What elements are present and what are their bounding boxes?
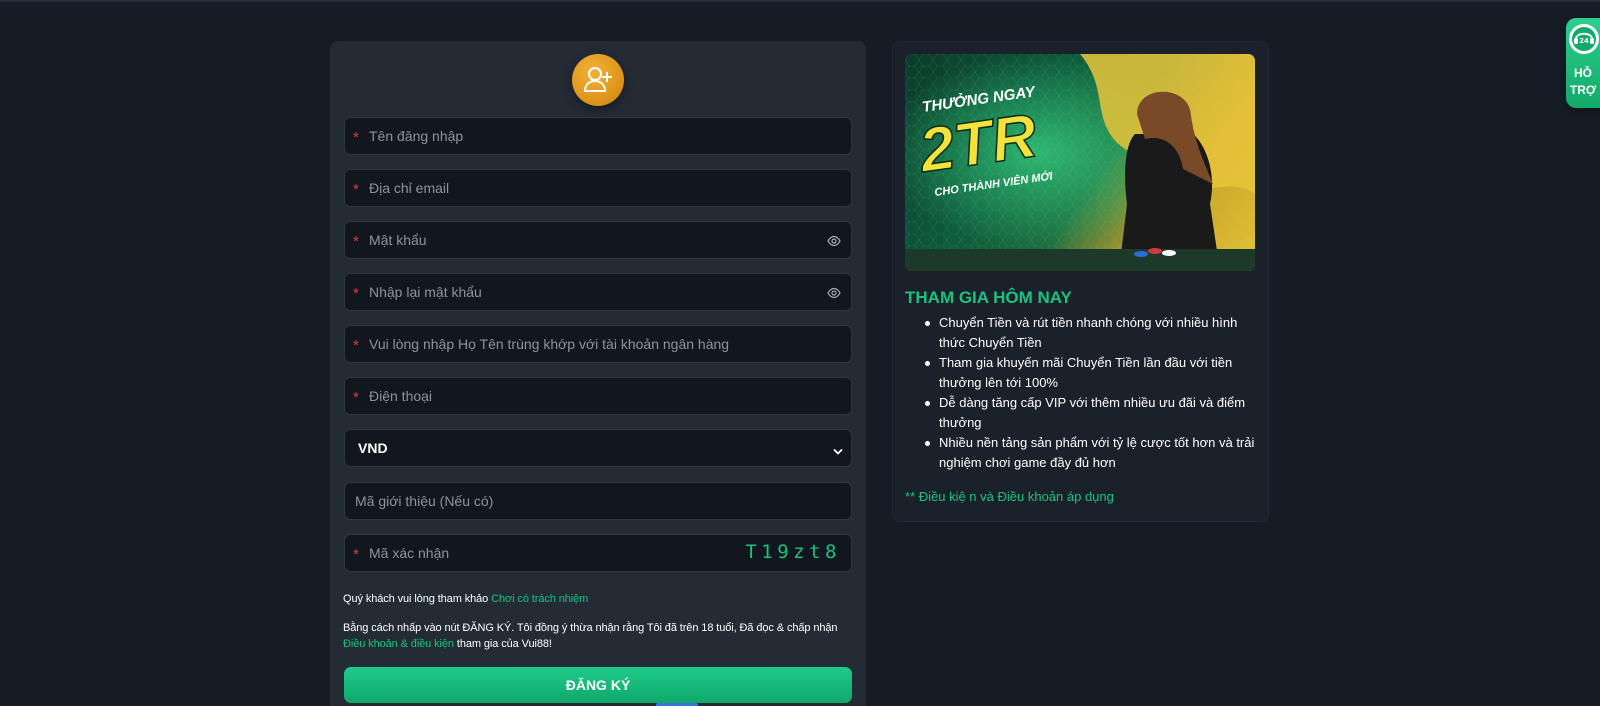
list-item: Dễ dàng tăng cấp VIP với thêm nhiều ưu đ… bbox=[905, 393, 1257, 433]
agreement-note: Bằng cách nhấp vào nút ĐĂNG KÝ. Tôi đồng… bbox=[343, 620, 853, 652]
eye-icon[interactable] bbox=[827, 286, 841, 304]
username-input[interactable]: * Tên đăng nhập bbox=[344, 117, 852, 155]
register-form-panel: * Tên đăng nhập * Địa chỉ email * Mật kh… bbox=[330, 41, 866, 706]
chevron-down-icon bbox=[833, 443, 843, 461]
username-placeholder: Tên đăng nhập bbox=[369, 128, 464, 144]
required-mark: * bbox=[353, 181, 359, 198]
referral-placeholder: Mã giới thiệu (Nếu có) bbox=[355, 493, 494, 509]
responsible-text: Quý khách vui lòng tham khảo bbox=[343, 593, 489, 605]
required-mark: * bbox=[353, 129, 359, 146]
promo-title: THAM GIA HÔM NAY bbox=[905, 288, 1072, 307]
responsible-gaming-link[interactable]: Chơi có trách nhiệm bbox=[491, 593, 588, 605]
list-item: Tham gia khuyến mãi Chuyển Tiền lần đầu … bbox=[905, 353, 1257, 393]
terms-link[interactable]: Điều khoản & điều kiện bbox=[343, 638, 454, 650]
support-label-line1: HỖ bbox=[1574, 66, 1592, 80]
required-mark: * bbox=[353, 546, 359, 563]
password-placeholder: Mật khẩu bbox=[369, 232, 427, 248]
support-label-line2: TRỢ bbox=[1569, 83, 1597, 97]
agreement-suffix: tham gia của Vui88! bbox=[456, 638, 552, 650]
captcha-code[interactable]: T19zt8 bbox=[745, 541, 841, 563]
fullname-placeholder: Vui lòng nhập Họ Tên trùng khớp với tài … bbox=[369, 336, 730, 352]
support-label: HỖ TRỢ bbox=[1568, 65, 1598, 99]
captcha-input[interactable]: * Mã xác nhận T19zt8 bbox=[344, 534, 852, 572]
agreement-text: Bằng cách nhấp vào nút ĐĂNG KÝ. Tôi đồng… bbox=[343, 622, 838, 634]
list-item: Chuyển Tiền và rút tiền nhanh chóng với … bbox=[905, 313, 1257, 353]
password-input[interactable]: * Mật khẩu bbox=[344, 221, 852, 259]
top-divider bbox=[0, 0, 1600, 2]
promo-benefits-list: Chuyển Tiền và rút tiền nhanh chóng với … bbox=[905, 313, 1257, 473]
confirm-password-input[interactable]: * Nhập lại mật khẩu bbox=[344, 273, 852, 311]
support-badge: 24 bbox=[1579, 37, 1589, 45]
currency-selected-value: VND bbox=[358, 440, 388, 456]
promo-banner[interactable]: THƯỞNG NGAY 2TR CHO THÀNH VIÊN MỚI bbox=[905, 54, 1255, 271]
email-input[interactable]: * Địa chỉ email bbox=[344, 169, 852, 207]
required-mark: * bbox=[353, 233, 359, 250]
list-item: Nhiều nền tảng sản phẩm với tỷ lệ cược t… bbox=[905, 433, 1257, 473]
add-user-icon bbox=[572, 54, 624, 106]
captcha-placeholder: Mã xác nhận bbox=[369, 545, 450, 561]
required-mark: * bbox=[353, 337, 359, 354]
phone-input[interactable]: * Điện thoại bbox=[344, 377, 852, 415]
email-placeholder: Địa chỉ email bbox=[369, 180, 450, 196]
support-widget-button[interactable]: 24 HỖ TRỢ bbox=[1566, 18, 1600, 108]
responsible-gaming-note: Quý khách vui lòng tham khảo Chơi có trá… bbox=[343, 591, 853, 607]
currency-select[interactable]: VND bbox=[344, 429, 852, 467]
required-mark: * bbox=[353, 285, 359, 302]
confirm-password-placeholder: Nhập lại mật khẩu bbox=[369, 284, 482, 300]
promo-panel: THƯỞNG NGAY 2TR CHO THÀNH VIÊN MỚI THAM … bbox=[892, 41, 1269, 522]
eye-icon[interactable] bbox=[827, 234, 841, 252]
register-button[interactable]: ĐĂNG KÝ bbox=[344, 667, 852, 703]
fullname-input[interactable]: * Vui lòng nhập Họ Tên trùng khớp với tà… bbox=[344, 325, 852, 363]
referral-code-input[interactable]: Mã giới thiệu (Nếu có) bbox=[344, 482, 852, 520]
required-mark: * bbox=[353, 389, 359, 406]
promo-terms-link[interactable]: ** Điều kiệ n và Điều khoản áp dụng bbox=[905, 489, 1114, 504]
support-agent-icon: 24 bbox=[1569, 24, 1599, 54]
phone-placeholder: Điện thoại bbox=[369, 388, 433, 404]
